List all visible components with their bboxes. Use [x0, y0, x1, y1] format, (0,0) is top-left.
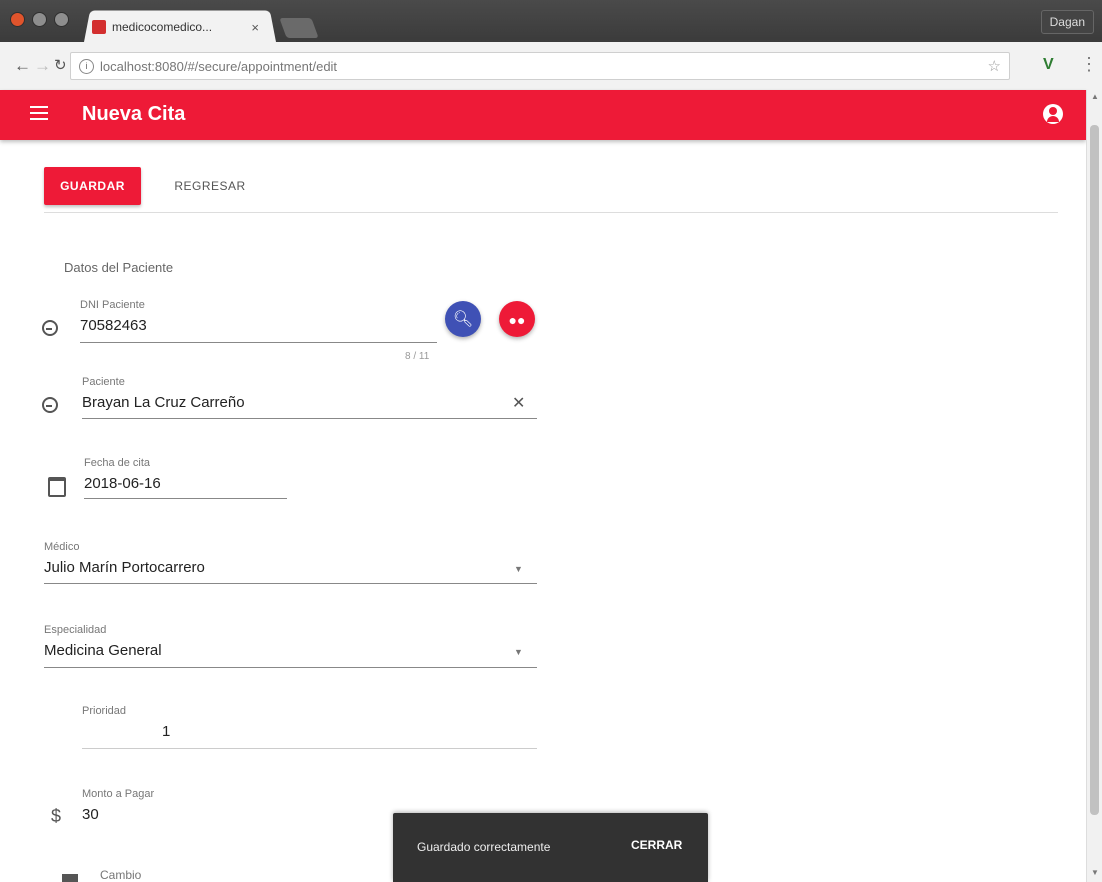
info-icon[interactable]: i: [79, 58, 94, 74]
patient-id-label: DNI Paciente: [80, 299, 145, 311]
next-field-label: Cambio: [100, 868, 142, 882]
dollar-icon: $: [51, 806, 62, 826]
save-button[interactable]: GUARDAR: [44, 167, 141, 205]
maximize-window-button[interactable]: [54, 12, 69, 27]
person-icon: [42, 320, 58, 336]
bookmark-star-icon[interactable]: ☆: [988, 57, 1001, 75]
snackbar-close-button[interactable]: CERRAR: [625, 837, 688, 853]
address-bar[interactable]: i localhost:8080/#/secure/appointment/ed…: [70, 52, 1010, 80]
chevron-down-icon[interactable]: ▼: [514, 564, 523, 574]
add-patient-button[interactable]: ●●: [499, 301, 535, 337]
patient-label: Paciente: [82, 376, 125, 388]
specialty-underline: [44, 667, 537, 668]
clear-icon[interactable]: ✕: [512, 393, 525, 413]
section-title: Datos del Paciente: [64, 260, 174, 275]
specialty-label: Especialidad: [44, 624, 107, 636]
amount-input[interactable]: 30: [82, 806, 99, 823]
amount-label: Monto a Pagar: [82, 788, 155, 800]
back-button[interactable]: REGRESAR: [160, 167, 260, 205]
new-tab-button[interactable]: [279, 18, 319, 38]
chevron-down-icon[interactable]: ▼: [514, 647, 523, 657]
menu-icon[interactable]: [30, 106, 48, 124]
doctor-underline: [44, 583, 537, 584]
account-icon[interactable]: [1043, 104, 1063, 124]
favicon-icon: [92, 20, 106, 34]
app-bar: Nueva Cita: [0, 90, 1086, 140]
group-add-icon: ●●: [508, 312, 526, 328]
tab-title: medicocomedico...: [112, 20, 213, 34]
browser-titlebar: medicocomedico... × Dagan: [0, 0, 1102, 42]
specialty-select[interactable]: Medicina General: [44, 642, 162, 659]
scroll-down-arrow-icon[interactable]: ▼: [1091, 868, 1099, 877]
browser-menu-icon[interactable]: ⋮: [1080, 54, 1098, 75]
date-input[interactable]: 2018-06-16: [84, 475, 161, 492]
patient-input[interactable]: Brayan La Cruz Carreño: [82, 394, 245, 411]
extension-icon[interactable]: V: [1043, 56, 1054, 74]
back-arrow-icon[interactable]: ←: [14, 56, 31, 76]
doctor-select[interactable]: Julio Marín Portocarrero: [44, 559, 205, 576]
browser-user-button[interactable]: Dagan: [1040, 10, 1094, 34]
address-url: localhost:8080/#/secure/appointment/edit: [100, 58, 338, 74]
date-label: Fecha de cita: [84, 457, 151, 469]
page-scrollbar[interactable]: ▲ ▼: [1086, 90, 1102, 882]
snackbar-message: Guardado correctamente: [417, 840, 551, 854]
tab-close-icon[interactable]: ×: [251, 20, 259, 35]
priority-label: Prioridad: [82, 705, 127, 717]
search-icon: 🔍︎: [452, 311, 474, 328]
snackbar: Guardado correctamente CERRAR: [393, 813, 708, 882]
reload-icon[interactable]: ↻: [54, 56, 67, 74]
calendar-icon[interactable]: [48, 477, 66, 497]
scroll-up-arrow-icon[interactable]: ▲: [1091, 92, 1099, 101]
date-underline: [84, 498, 287, 499]
field-icon: [62, 874, 78, 882]
search-patient-button[interactable]: 🔍︎: [445, 301, 481, 337]
patient-id-underline: [80, 342, 437, 343]
priority-underline: [82, 748, 537, 749]
window-controls: [10, 12, 69, 27]
browser-tab-content[interactable]: medicocomedico... ×: [92, 14, 277, 40]
person-icon: [42, 397, 58, 413]
patient-id-counter: 8 / 11: [405, 351, 430, 362]
patient-id-input[interactable]: 70582463: [80, 317, 147, 334]
divider: [44, 212, 1058, 213]
browser-toolbar: ← → ↻ i localhost:8080/#/secure/appointm…: [0, 42, 1102, 91]
priority-input[interactable]: 1: [162, 723, 170, 740]
patient-underline: [82, 418, 537, 419]
minimize-window-button[interactable]: [32, 12, 47, 27]
scrollbar-thumb[interactable]: [1090, 125, 1099, 815]
close-window-button[interactable]: [10, 12, 25, 27]
forward-arrow-icon[interactable]: →: [34, 56, 51, 76]
page-title: Nueva Cita: [82, 103, 186, 125]
doctor-label: Médico: [44, 541, 80, 553]
